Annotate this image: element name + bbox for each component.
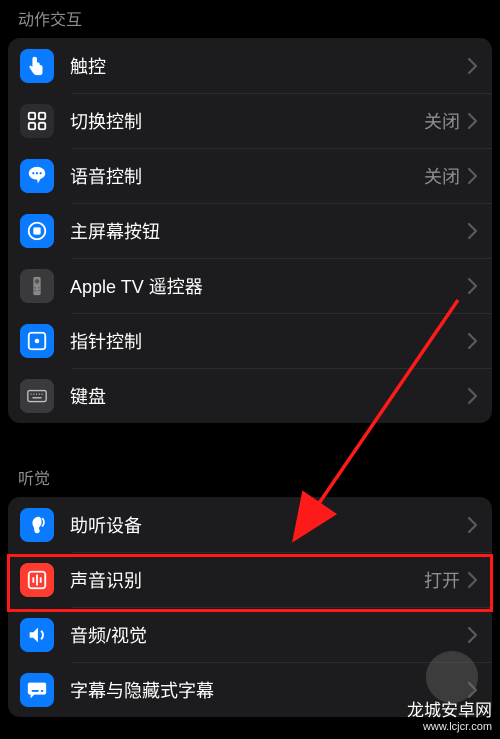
value-switch-control: 关闭 bbox=[424, 108, 460, 134]
section-header-hearing: 听觉 bbox=[0, 459, 500, 497]
label-home-button: 主屏幕按钮 bbox=[70, 218, 468, 244]
assistive-touch-button[interactable] bbox=[426, 651, 478, 703]
label-keyboard: 键盘 bbox=[70, 383, 468, 409]
sound-recognition-icon bbox=[20, 563, 54, 597]
section-header-interaction: 动作交互 bbox=[0, 0, 500, 38]
label-touch: 触控 bbox=[70, 53, 468, 79]
audio-visual-icon bbox=[20, 618, 54, 652]
label-pointer-control: 指针控制 bbox=[70, 328, 468, 354]
label-audio-visual: 音频/视觉 bbox=[70, 622, 468, 648]
voice-control-icon bbox=[20, 159, 54, 193]
label-appletv-remote: Apple TV 遥控器 bbox=[70, 273, 468, 299]
row-sound-recognition[interactable]: 声音识别 打开 bbox=[8, 552, 492, 607]
chevron-right-icon bbox=[468, 223, 478, 239]
row-audio-visual[interactable]: 音频/视觉 bbox=[8, 607, 492, 662]
chevron-right-icon bbox=[468, 388, 478, 404]
label-voice-control: 语音控制 bbox=[70, 163, 424, 189]
chevron-right-icon bbox=[468, 627, 478, 643]
chevron-right-icon bbox=[468, 278, 478, 294]
keyboard-icon bbox=[20, 379, 54, 413]
chevron-right-icon bbox=[468, 113, 478, 129]
row-keyboard[interactable]: 键盘 bbox=[8, 368, 492, 423]
subtitles-icon bbox=[20, 673, 54, 707]
group-interaction: 触控 切换控制 关闭 语音控制 关闭 主屏幕按钮 Apple TV 遥控器 bbox=[8, 38, 492, 423]
value-sound-recognition: 打开 bbox=[424, 567, 460, 593]
home-button-icon bbox=[20, 214, 54, 248]
label-sound-recognition: 声音识别 bbox=[70, 567, 424, 593]
row-voice-control[interactable]: 语音控制 关闭 bbox=[8, 148, 492, 203]
switch-control-icon bbox=[20, 104, 54, 138]
row-pointer-control[interactable]: 指针控制 bbox=[8, 313, 492, 368]
row-touch[interactable]: 触控 bbox=[8, 38, 492, 93]
value-voice-control: 关闭 bbox=[424, 163, 460, 189]
appletv-remote-icon bbox=[20, 269, 54, 303]
row-hearing-devices[interactable]: 助听设备 bbox=[8, 497, 492, 552]
chevron-right-icon bbox=[468, 572, 478, 588]
chevron-right-icon bbox=[468, 517, 478, 533]
label-hearing-devices: 助听设备 bbox=[70, 512, 468, 538]
watermark-line2: www.lcjcr.com bbox=[407, 721, 492, 733]
chevron-right-icon bbox=[468, 168, 478, 184]
chevron-right-icon bbox=[468, 333, 478, 349]
row-home-button[interactable]: 主屏幕按钮 bbox=[8, 203, 492, 258]
hearing-devices-icon bbox=[20, 508, 54, 542]
pointer-control-icon bbox=[20, 324, 54, 358]
label-switch-control: 切换控制 bbox=[70, 108, 424, 134]
label-subtitles: 字幕与隐藏式字幕 bbox=[70, 677, 468, 703]
touch-icon bbox=[20, 49, 54, 83]
row-switch-control[interactable]: 切换控制 关闭 bbox=[8, 93, 492, 148]
chevron-right-icon bbox=[468, 58, 478, 74]
row-appletv-remote[interactable]: Apple TV 遥控器 bbox=[8, 258, 492, 313]
group-hearing: 助听设备 声音识别 打开 音频/视觉 字幕与隐藏式字幕 bbox=[8, 497, 492, 717]
row-subtitles[interactable]: 字幕与隐藏式字幕 bbox=[8, 662, 492, 717]
